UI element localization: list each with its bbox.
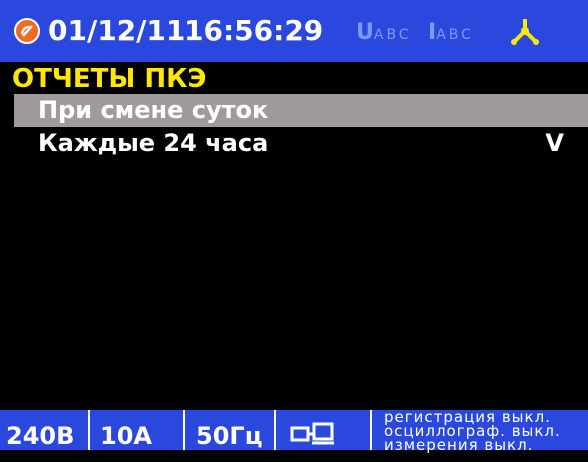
- date-display: 01/12/11: [48, 14, 186, 47]
- menu-item-every-24-hours[interactable]: Каждые 24 часа V: [14, 127, 588, 160]
- current-readout: 10А: [100, 422, 152, 450]
- menu-list: При смене суток Каждые 24 часа V: [14, 94, 588, 160]
- header-bar: 01/12/11 16:56:29 UABC IABC: [0, 0, 588, 62]
- voltage-phases-indicator: UABC: [356, 20, 412, 45]
- divider: [274, 410, 276, 450]
- menu-item-label: При смене суток: [38, 96, 269, 124]
- section-title: ОТЧЕТЫ ПКЭ: [12, 64, 207, 94]
- time-display: 16:56:29: [184, 14, 324, 47]
- divider: [88, 410, 90, 450]
- status-messages: регистрация выкл. осциллограф. выкл. изм…: [384, 410, 561, 453]
- network-computers-icon: [290, 422, 334, 445]
- brand-logo-icon: [14, 18, 40, 44]
- menu-item-on-day-change[interactable]: При смене суток: [14, 94, 588, 127]
- divider: [183, 410, 185, 450]
- divider: [370, 410, 372, 450]
- current-phases-indicator: IABC: [428, 20, 474, 45]
- voltage-readout: 240В: [6, 422, 75, 450]
- menu-item-check-mark: V: [545, 129, 564, 157]
- menu-item-label: Каждые 24 часа: [38, 129, 269, 157]
- three-phase-icon: [511, 19, 539, 45]
- status-bar: 240В 10А 50Гц регистрация выкл. осциллог…: [0, 410, 588, 453]
- frequency-readout: 50Гц: [196, 422, 263, 450]
